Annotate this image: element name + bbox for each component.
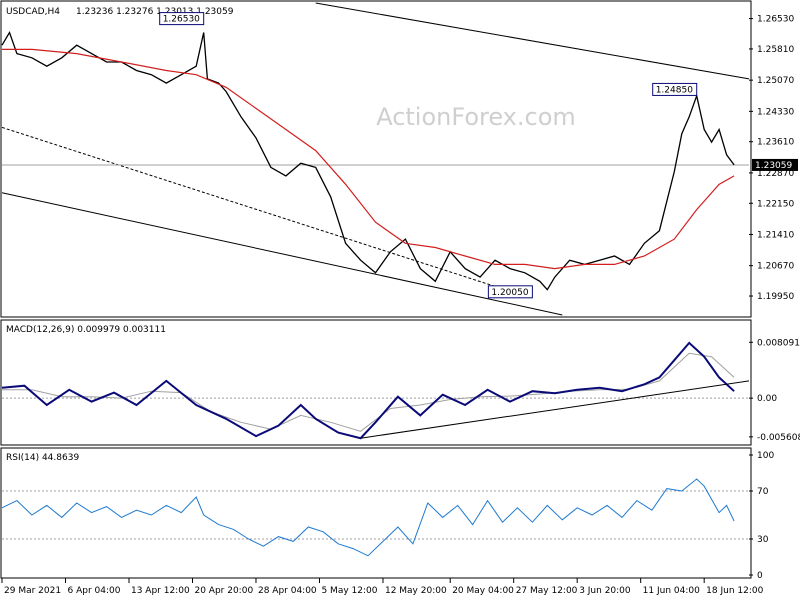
price-annotation-label: 1.26530 bbox=[163, 15, 200, 25]
price-annotation-label: 1.20050 bbox=[491, 288, 528, 298]
x-tick-label: 20 Apr 20:00 bbox=[194, 586, 253, 596]
watermark: ActionForex.com bbox=[376, 103, 576, 131]
rsi-layer bbox=[1, 478, 749, 557]
current-price-label: 1.23059 bbox=[755, 161, 792, 171]
x-tick-label: 6 Apr 04:00 bbox=[67, 586, 120, 596]
price-tick-label: 1.24330 bbox=[757, 107, 794, 117]
macd-panel-frame bbox=[0, 319, 752, 446]
price-close-line bbox=[1, 30, 735, 291]
price-annotation-label: 1.24850 bbox=[656, 85, 693, 95]
macd-tick-label: -0.005608 bbox=[757, 433, 800, 443]
price-tick-label: 1.20670 bbox=[757, 262, 794, 272]
channel-top-line bbox=[315, 2, 750, 80]
rsi-tick-label: 70 bbox=[757, 487, 769, 497]
x-tick-label: 18 Jun 12:00 bbox=[706, 586, 763, 596]
macd-tick-label: 0.008091 bbox=[757, 338, 800, 348]
price-tick-label: 1.19950 bbox=[757, 292, 794, 302]
rsi-axis: 100 70 30 0 bbox=[749, 451, 774, 581]
rsi-tick-label: 100 bbox=[757, 451, 774, 461]
x-tick-label: 29 Mar 2021 bbox=[4, 586, 61, 596]
price-tick-label: 1.22150 bbox=[757, 199, 794, 209]
price-tick-label: 1.25070 bbox=[757, 76, 794, 86]
usdcad-chart: ActionForex.com USDCAD,H4 1.23236 1.2327… bbox=[0, 0, 800, 596]
x-tick-label: 3 Jun 20:00 bbox=[579, 586, 631, 596]
x-tick-label: 12 May 20:00 bbox=[385, 586, 447, 596]
channel-bottom-line bbox=[1, 192, 563, 316]
macd-tick-label: 0.00 bbox=[757, 394, 777, 404]
x-tick-label: 28 Apr 04:00 bbox=[258, 586, 317, 596]
moving-average-line bbox=[2, 48, 735, 270]
x-tick-label: 11 Jun 04:00 bbox=[643, 586, 700, 596]
macd-axis: 0.008091 0.00 -0.005608 bbox=[749, 338, 800, 443]
x-tick-label: 27 May 12:00 bbox=[516, 586, 578, 596]
macd-signal-line bbox=[2, 352, 735, 432]
price-tick-label: 1.26530 bbox=[757, 15, 794, 25]
price-axis: 1.265301.258101.250701.243301.236101.228… bbox=[749, 15, 798, 302]
macd-layer bbox=[1, 341, 750, 440]
x-tick-label: 20 May 04:00 bbox=[452, 586, 514, 596]
price-tick-label: 1.23610 bbox=[757, 138, 794, 148]
price-panel-frame bbox=[0, 0, 752, 318]
price-grid bbox=[1, 2, 750, 316]
price-tick-label: 1.25810 bbox=[757, 45, 794, 55]
rsi-panel-frame bbox=[0, 447, 752, 579]
macd-trend-line bbox=[360, 380, 750, 439]
macd-label: MACD(12,26,9) 0.009979 0.003111 bbox=[6, 325, 166, 335]
rsi-tick-label: 30 bbox=[757, 535, 769, 545]
ohlc-header: 1.23236 1.23276 1.23013 1.23059 bbox=[76, 7, 234, 17]
x-tick-label: 13 Apr 12:00 bbox=[131, 586, 190, 596]
symbol-header: USDCAD,H4 bbox=[6, 7, 60, 17]
x-axis: 29 Mar 2021 6 Apr 04:00 13 Apr 12:00 20 Apr… bbox=[1, 578, 764, 596]
macd-line bbox=[1, 341, 735, 440]
rsi-label: RSI(14) 44.8639 bbox=[6, 453, 79, 463]
price-lines bbox=[1, 30, 735, 291]
price-tick-label: 1.21410 bbox=[757, 230, 794, 240]
rsi-tick-label: 0 bbox=[757, 571, 763, 581]
x-tick-label: 5 May 12:00 bbox=[321, 586, 377, 596]
